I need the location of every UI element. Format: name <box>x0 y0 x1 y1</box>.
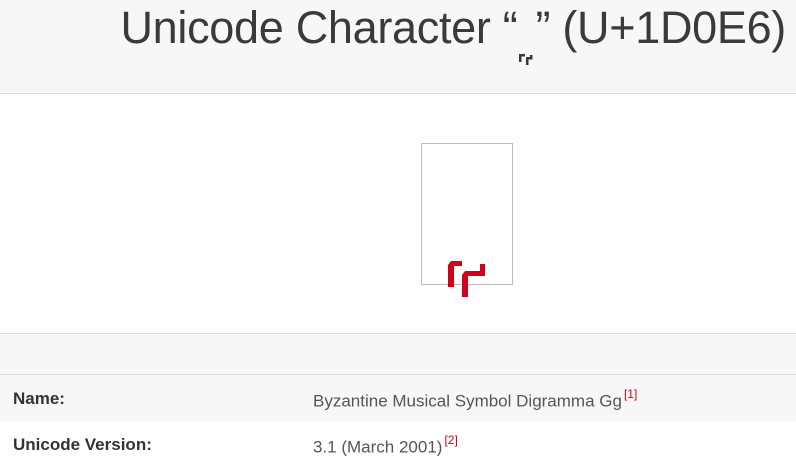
character-glyph-icon <box>448 261 485 297</box>
property-value-text: Byzantine Musical Symbol Digramma Gg <box>313 391 622 411</box>
property-value: Byzantine Musical Symbol Digramma Gg [1] <box>313 387 637 412</box>
property-label: Unicode Version: <box>13 435 152 454</box>
property-row-name: Name: Byzantine Musical Symbol Digramma … <box>0 375 796 421</box>
reference-link[interactable]: [1] <box>624 387 637 401</box>
glyph-display-area <box>0 94 796 334</box>
page-header: Unicode Character “ ” (U+1D0E6) <box>0 0 796 94</box>
property-label: Name: <box>13 389 65 408</box>
section-divider <box>0 334 796 375</box>
glyph-box <box>421 143 513 297</box>
title-prefix: Unicode Character “ <box>120 2 518 53</box>
property-row-unicode-version: Unicode Version: 3.1 (March 2001) [2] <box>0 421 796 467</box>
property-value: 3.1 (March 2001) [2] <box>313 433 458 458</box>
property-value-text: 3.1 (March 2001) <box>313 437 443 457</box>
reference-link[interactable]: [2] <box>444 433 457 447</box>
page-title: Unicode Character “ ” (U+1D0E6) <box>120 2 786 66</box>
inline-glyph-icon <box>517 25 535 66</box>
title-suffix: ” (U+1D0E6) <box>535 2 786 53</box>
